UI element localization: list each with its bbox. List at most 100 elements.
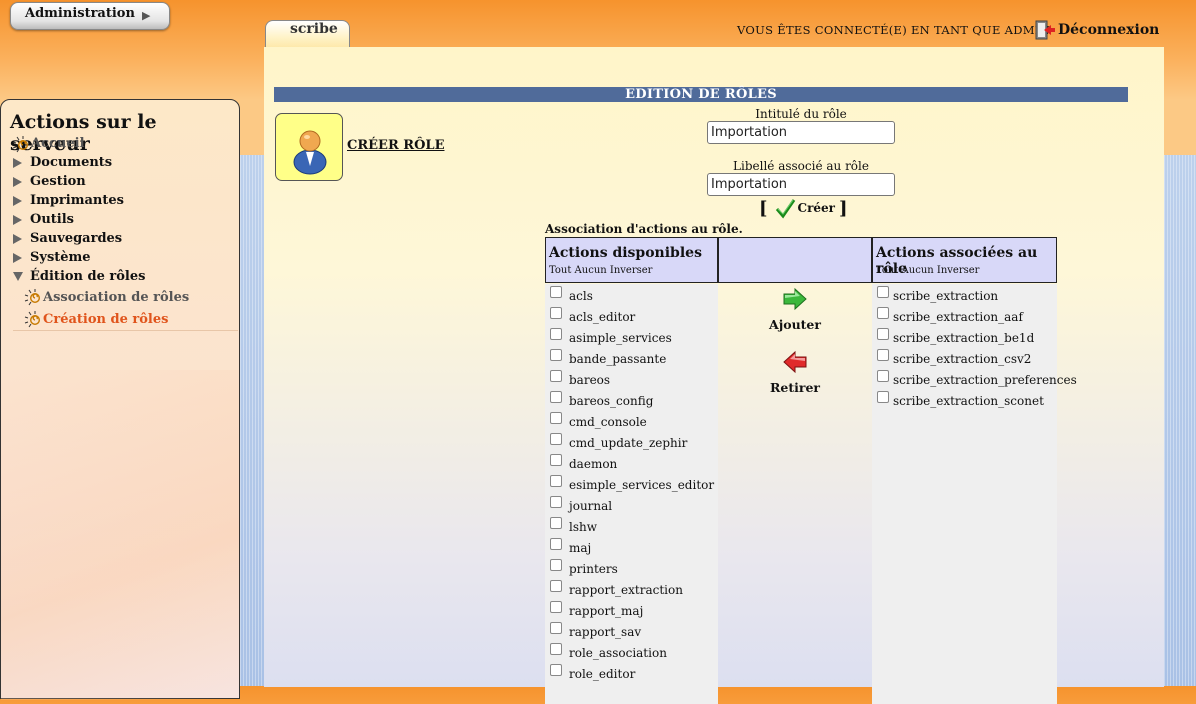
- checkbox[interactable]: [550, 328, 562, 340]
- triangle-down-icon: [13, 271, 23, 282]
- sidebar-item-label: Sauvegardes: [30, 231, 123, 246]
- checkbox[interactable]: [550, 412, 562, 424]
- checkbox[interactable]: [550, 517, 562, 529]
- arrow-left-icon: [783, 350, 807, 374]
- action-name: role_association: [569, 646, 667, 660]
- remove-button[interactable]: Retirer: [720, 350, 870, 395]
- administration-tab[interactable]: Administration ▶: [10, 2, 170, 30]
- triangle-right-icon: [13, 176, 22, 187]
- scribe-tab-label: scribe: [290, 21, 338, 37]
- checkbox[interactable]: [550, 664, 562, 676]
- sidebar-subitem-label: Création de rôles: [43, 311, 169, 327]
- sidebar-item-label: Imprimantes: [30, 193, 124, 208]
- remove-button-label: Retirer: [770, 380, 820, 395]
- list-item: rapport_maj: [550, 599, 718, 620]
- list-item: maj: [550, 536, 718, 557]
- list-item: cmd_console: [550, 410, 718, 431]
- checkbox[interactable]: [550, 349, 562, 361]
- logout-link[interactable]: Déconnexion: [1034, 20, 1159, 40]
- sidebar-item-imprimantes[interactable]: Imprimantes: [13, 191, 238, 210]
- checkbox[interactable]: [550, 286, 562, 298]
- sidebar-item-label: Gestion: [30, 174, 86, 189]
- checkbox[interactable]: [550, 643, 562, 655]
- action-name: scribe_extraction_aaf: [893, 310, 1023, 324]
- page-title: EDITION DE RÔLES: [274, 87, 1128, 102]
- sidebar-item-documents[interactable]: Documents: [13, 153, 238, 172]
- create-button[interactable]: [ Créer ]: [759, 197, 848, 219]
- checkbox[interactable]: [877, 391, 889, 403]
- action-name: asimple_services: [569, 331, 672, 345]
- sidebar-subitem-label: Association de rôles: [43, 289, 190, 305]
- list-item: cmd_update_zephir: [550, 431, 718, 452]
- checkbox[interactable]: [550, 559, 562, 571]
- sidebar-item-label: Documents: [30, 155, 113, 170]
- sun-icon: [23, 310, 43, 328]
- action-name: bande_passante: [569, 352, 667, 366]
- checkbox[interactable]: [550, 601, 562, 613]
- sidebar-item-label: Édition de rôles: [30, 269, 146, 284]
- available-actions-list: acls acls_editor asimple_services bande_…: [545, 284, 718, 704]
- list-item: acls_editor: [550, 305, 718, 326]
- list-item: scribe_extraction_be1d: [877, 326, 1057, 347]
- checkmark-icon: [775, 199, 795, 219]
- add-button[interactable]: Ajouter: [720, 287, 870, 332]
- list-item: esimple_services_editor: [550, 473, 718, 494]
- available-select-links[interactable]: Tout Aucun Inverser: [549, 265, 652, 276]
- logout-icon: [1035, 20, 1055, 40]
- role-title-input[interactable]: [707, 121, 895, 144]
- action-name: esimple_services_editor: [569, 478, 715, 492]
- sidebar-item-systeme[interactable]: Système: [13, 248, 238, 267]
- action-name: rapport_sav: [569, 625, 642, 639]
- action-name: scribe_extraction_csv2: [893, 352, 1032, 366]
- checkbox[interactable]: [877, 328, 889, 340]
- sidebar-subitem-association[interactable]: Association de rôles: [13, 286, 238, 308]
- sun-icon: [23, 288, 43, 306]
- sidebar-item-edition-roles[interactable]: Édition de rôles: [13, 267, 238, 286]
- triangle-right-icon: [13, 252, 22, 263]
- sidebar-subitem-creation[interactable]: Création de rôles: [13, 308, 238, 330]
- action-name: scribe_extraction_be1d: [893, 331, 1035, 345]
- role-title-label: Intitulé du rôle: [755, 107, 847, 121]
- associated-select-links[interactable]: Tout Aucun Inverser: [876, 265, 979, 276]
- scribe-tab[interactable]: scribe: [265, 20, 350, 48]
- sidebar-item-gestion[interactable]: Gestion: [13, 172, 238, 191]
- action-name: scribe_extraction_preferences: [893, 373, 1077, 387]
- list-item: bareos_config: [550, 389, 718, 410]
- checkbox[interactable]: [550, 580, 562, 592]
- checkbox[interactable]: [550, 475, 562, 487]
- checkbox[interactable]: [550, 496, 562, 508]
- checkbox[interactable]: [550, 370, 562, 382]
- checkbox[interactable]: [550, 454, 562, 466]
- list-item: scribe_extraction_csv2: [877, 347, 1057, 368]
- arrow-right-icon: [783, 287, 807, 311]
- sidebar-item-home[interactable]: Accueil: [11, 134, 238, 153]
- administration-tab-label: Administration: [25, 6, 135, 21]
- list-item: asimple_services: [550, 326, 718, 347]
- bracket-open: [: [759, 197, 768, 219]
- sidebar-item-outils[interactable]: Outils: [13, 210, 238, 229]
- sidebar-item-sauvegardes[interactable]: Sauvegardes: [13, 229, 238, 248]
- user-icon[interactable]: [275, 113, 343, 181]
- checkbox[interactable]: [877, 370, 889, 382]
- action-name: rapport_extraction: [569, 583, 683, 597]
- associated-actions-list: scribe_extraction scribe_extraction_aaf …: [872, 284, 1077, 704]
- create-role-link[interactable]: CRÉER RÔLE: [347, 138, 444, 153]
- list-item: lshw: [550, 515, 718, 536]
- action-name: acls_editor: [569, 310, 636, 324]
- checkbox[interactable]: [877, 286, 889, 298]
- action-name: bareos: [569, 373, 611, 387]
- list-item: bande_passante: [550, 347, 718, 368]
- checkbox[interactable]: [550, 391, 562, 403]
- logout-label: Déconnexion: [1058, 22, 1160, 38]
- checkbox[interactable]: [550, 307, 562, 319]
- checkbox[interactable]: [550, 433, 562, 445]
- divider: [13, 330, 238, 331]
- checkbox[interactable]: [877, 349, 889, 361]
- action-name: maj: [569, 541, 592, 555]
- checkbox[interactable]: [550, 622, 562, 634]
- checkbox[interactable]: [550, 538, 562, 550]
- action-name: scribe_extraction_sconet: [893, 394, 1044, 408]
- add-button-label: Ajouter: [769, 317, 821, 332]
- checkbox[interactable]: [877, 307, 889, 319]
- role-label-input[interactable]: [707, 173, 895, 196]
